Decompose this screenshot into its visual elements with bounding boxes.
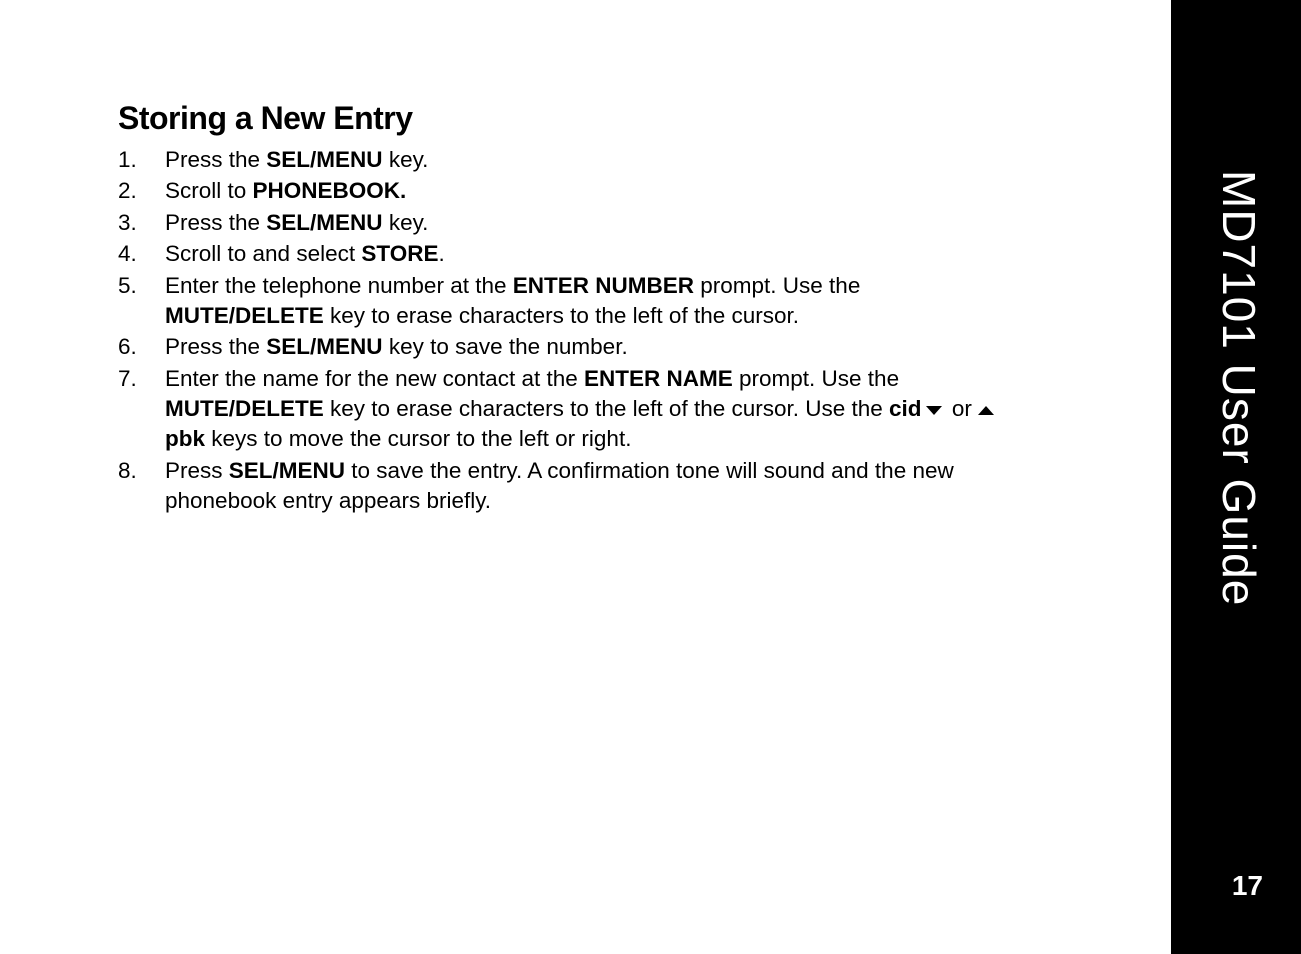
text-span: Scroll to and select [165, 241, 361, 266]
bold-text: ENTER NAME [584, 366, 733, 391]
text-span: Enter the name for the new contact at th… [165, 366, 584, 391]
triangle-down-icon [926, 406, 942, 415]
step-item: 4.Scroll to and select STORE. [118, 239, 1121, 269]
step-number: 4. [118, 239, 165, 269]
sidebar: MD7101 User Guide 17 [1171, 0, 1301, 954]
step-list: 1.Press the SEL/MENU key.2.Scroll to PHO… [118, 145, 1121, 517]
step-number: 3. [118, 208, 165, 238]
bold-text: SEL/MENU [266, 210, 382, 235]
step-item: 5.Enter the telephone number at the ENTE… [118, 271, 1121, 332]
text-span: Press the [165, 210, 266, 235]
step-item: 8.Press SEL/MENU to save the entry. A co… [118, 456, 1121, 517]
bold-text: SEL/MENU [266, 147, 382, 172]
step-item: 6.Press the SEL/MENU key to save the num… [118, 332, 1121, 362]
text-span: Enter the telephone number at the [165, 273, 513, 298]
step-number: 2. [118, 176, 165, 206]
bold-text: ENTER NUMBER [513, 273, 694, 298]
step-text: Press SEL/MENU to save the entry. A conf… [165, 456, 1005, 517]
bold-text: cid [889, 396, 922, 421]
step-text: Enter the name for the new contact at th… [165, 364, 1005, 455]
step-text: Scroll to PHONEBOOK. [165, 176, 1005, 206]
bold-text: MUTE/DELETE [165, 396, 324, 421]
text-span: keys to move the cursor to the left or r… [205, 426, 631, 451]
text-span: Press the [165, 147, 266, 172]
text-span: key to save the number. [383, 334, 628, 359]
section-heading: Storing a New Entry [118, 100, 1121, 137]
step-number: 5. [118, 271, 165, 332]
text-span: Scroll to [165, 178, 253, 203]
text-span: Press [165, 458, 229, 483]
step-item: 7.Enter the name for the new contact at … [118, 364, 1121, 455]
step-text: Press the SEL/MENU key to save the numbe… [165, 332, 1005, 362]
step-item: 3.Press the SEL/MENU key. [118, 208, 1121, 238]
text-span: key to erase characters to the left of t… [324, 303, 799, 328]
bold-text: SEL/MENU [266, 334, 382, 359]
step-text: Press the SEL/MENU key. [165, 208, 1005, 238]
page-container: Storing a New Entry 1.Press the SEL/MENU… [0, 0, 1301, 954]
step-text: Scroll to and select STORE. [165, 239, 1005, 269]
text-span: key. [383, 147, 429, 172]
text-span: or [946, 396, 979, 421]
step-item: 2.Scroll to PHONEBOOK. [118, 176, 1121, 206]
step-text: Press the SEL/MENU key. [165, 145, 1005, 175]
text-span: prompt. Use the [733, 366, 899, 391]
bold-text: pbk [165, 426, 205, 451]
bold-text: PHONEBOOK. [253, 178, 407, 203]
step-number: 8. [118, 456, 165, 517]
triangle-up-icon [978, 406, 994, 415]
text-span: Press the [165, 334, 266, 359]
bold-text: STORE [361, 241, 438, 266]
content-area: Storing a New Entry 1.Press the SEL/MENU… [0, 0, 1171, 954]
document-title: MD7101 User Guide [1212, 170, 1266, 606]
text-span: key. [383, 210, 429, 235]
text-span: prompt. Use the [694, 273, 860, 298]
page-number: 17 [1232, 870, 1263, 902]
bold-text: SEL/MENU [229, 458, 345, 483]
step-text: Enter the telephone number at the ENTER … [165, 271, 1005, 332]
bold-text: MUTE/DELETE [165, 303, 324, 328]
step-item: 1.Press the SEL/MENU key. [118, 145, 1121, 175]
step-number: 7. [118, 364, 165, 455]
step-number: 1. [118, 145, 165, 175]
step-number: 6. [118, 332, 165, 362]
text-span: key to erase characters to the left of t… [324, 396, 889, 421]
text-span: . [438, 241, 444, 266]
